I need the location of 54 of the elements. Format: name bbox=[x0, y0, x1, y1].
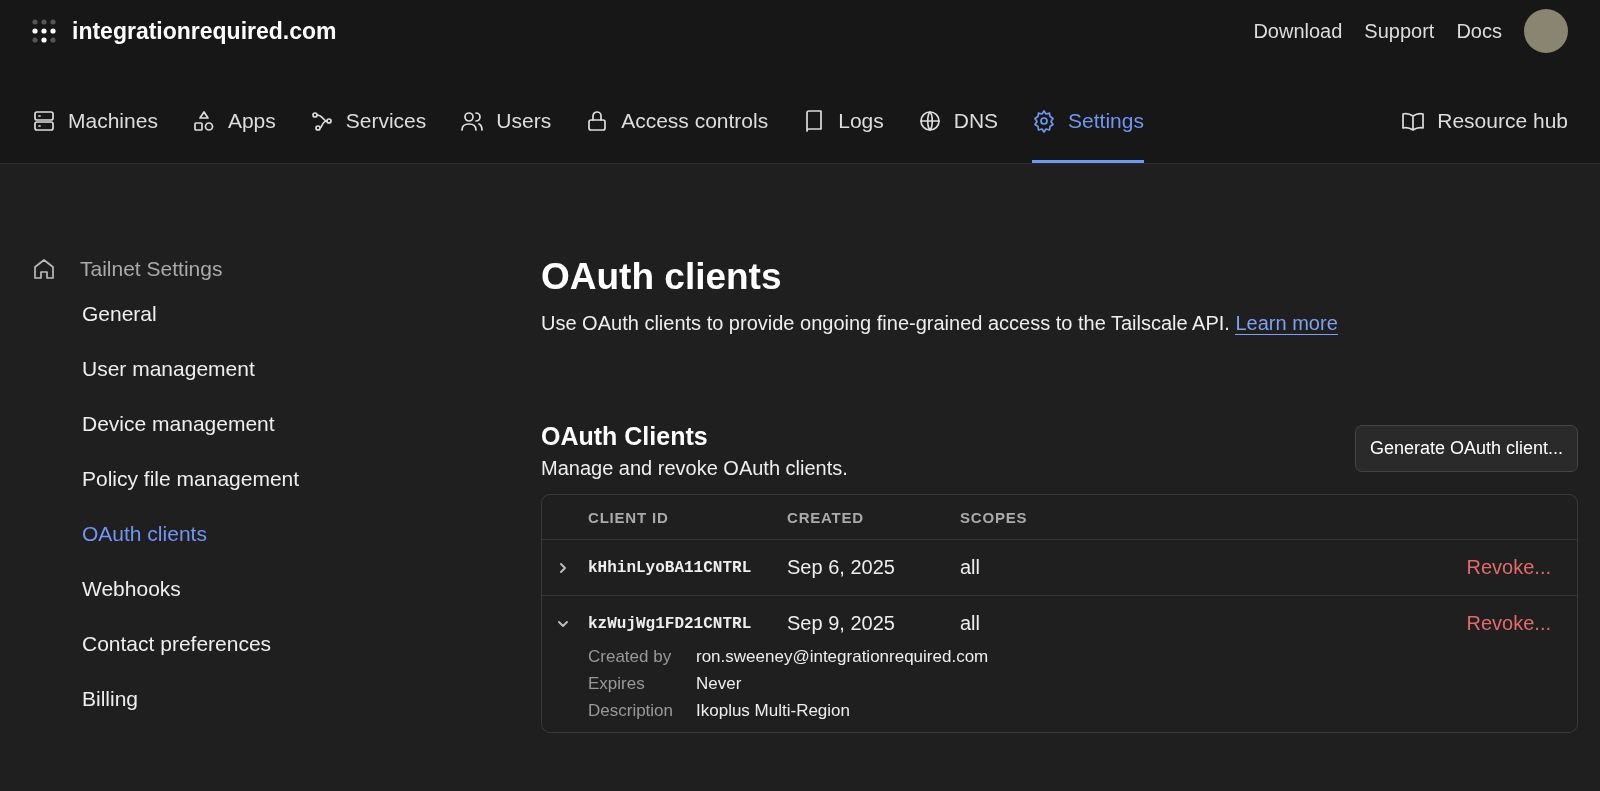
avatar[interactable] bbox=[1524, 9, 1568, 53]
nav-tab[interactable]: Settings bbox=[1032, 62, 1144, 163]
top-link[interactable]: Docs bbox=[1456, 19, 1502, 43]
sidebar-item[interactable]: OAuth clients bbox=[32, 506, 541, 561]
nav-tab[interactable]: Access controls bbox=[585, 62, 769, 163]
shapes-icon bbox=[191, 109, 216, 133]
learn-more-link[interactable]: Learn more bbox=[1235, 312, 1338, 335]
generate-client-button[interactable]: Generate OAuth client... bbox=[1354, 425, 1578, 472]
sidebar-item[interactable]: Contact preferences bbox=[32, 616, 541, 671]
server-icon bbox=[32, 109, 56, 133]
detail-label: Created by bbox=[588, 646, 673, 668]
settings-icon bbox=[1032, 109, 1057, 133]
revoke-link[interactable]: Revoke... bbox=[1466, 612, 1551, 635]
detail-value: ron.sweeney@integrationrequired.com bbox=[696, 646, 989, 668]
nodes-icon bbox=[309, 109, 334, 133]
home-icon bbox=[32, 257, 56, 281]
page-description: Use OAuth clients to provide ongoing fine-grained access to the Tailscale API. Learn more bbox=[541, 312, 1339, 335]
top-link[interactable]: Support bbox=[1364, 19, 1435, 43]
detail-value: Ikoplus Multi-Region bbox=[696, 700, 850, 722]
top-link[interactable]: Download bbox=[1253, 19, 1343, 43]
nav-tab[interactable]: DNS bbox=[917, 62, 999, 163]
client-id-cell-text: kHhinLyoBA11CNTRL bbox=[588, 558, 753, 577]
revoke-link[interactable]: Revoke... bbox=[1466, 556, 1551, 579]
created-cell-text: Sep 6, 2025 bbox=[787, 556, 896, 579]
logo-icon bbox=[32, 19, 56, 43]
scopes-cell-text: all bbox=[960, 556, 981, 579]
nav-tab[interactable]: Machines bbox=[32, 62, 158, 163]
created-cell-text: Sep 9, 2025 bbox=[787, 612, 896, 635]
column-header: CLIENT ID bbox=[588, 508, 670, 526]
column-header: SCOPES bbox=[960, 508, 1029, 526]
sidebar-item[interactable]: Device management bbox=[32, 396, 541, 451]
nav-tab[interactable]: Services bbox=[309, 62, 427, 163]
detail-value: Never bbox=[696, 673, 742, 695]
nav-tab[interactable]: Logs bbox=[802, 62, 884, 163]
sidebar-item[interactable]: General bbox=[32, 286, 541, 341]
sidebar-item[interactable]: Billing bbox=[32, 671, 541, 726]
page-title: OAuth clients bbox=[541, 255, 783, 299]
sidebar-item[interactable]: Policy file management bbox=[32, 451, 541, 506]
nav-tab[interactable]: Users bbox=[460, 62, 552, 163]
resource-hub-link[interactable]: Resource hub bbox=[1401, 62, 1568, 163]
section-subtitle: Manage and revoke OAuth clients. bbox=[541, 457, 848, 480]
detail-label: Expires bbox=[588, 673, 646, 695]
nav-tab[interactable]: Apps bbox=[191, 62, 276, 163]
sidebar-heading: Tailnet Settings bbox=[80, 257, 223, 281]
client-id-cell-text: kzWujWg1FD21CNTRL bbox=[588, 614, 753, 633]
globe-icon bbox=[917, 109, 942, 133]
users-icon bbox=[460, 109, 485, 133]
sidebar-item[interactable]: User management bbox=[32, 341, 541, 396]
section-title: OAuth Clients bbox=[541, 421, 709, 452]
detail-label: Description bbox=[588, 700, 675, 722]
scopes-cell-text: all bbox=[960, 612, 981, 635]
brand-name[interactable]: integrationrequired.com bbox=[72, 17, 337, 45]
column-header: CREATED bbox=[787, 508, 865, 526]
sidebar-item[interactable]: Webhooks bbox=[32, 561, 541, 616]
